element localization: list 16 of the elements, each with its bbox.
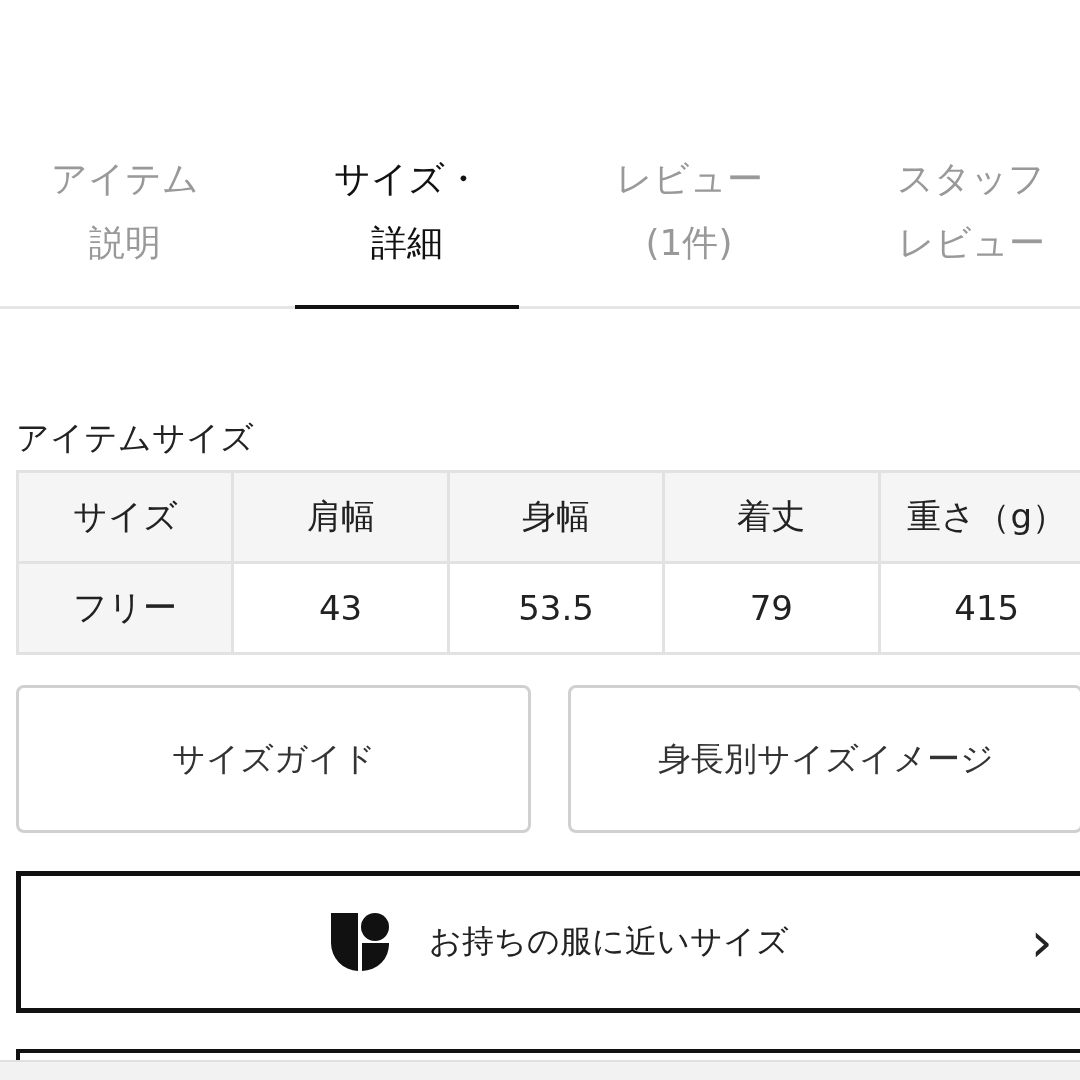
size-button[interactable]: サイズガイド [16,685,531,833]
column-header: サイズ [17,471,233,563]
column-header: 重さ（g） [879,471,1080,563]
table-cell: フリー [17,562,233,654]
logo-icon [331,913,389,971]
column-header: 着丈 [663,471,880,563]
column-header: 肩幅 [232,471,449,563]
tab[interactable]: サイズ・ 詳細 [266,140,548,306]
section-title: アイテムサイズ [16,417,255,459]
table-cell: 415 [879,562,1080,654]
table-cell: 53.5 [448,562,664,654]
similar-size-button[interactable]: お持ちの服に近いサイズ › [16,871,1080,1013]
size-button[interactable]: 身長別サイズイメージ [568,685,1080,833]
table-cell: 79 [663,562,880,654]
table-cell: 43 [232,562,449,654]
column-header: 身幅 [448,471,664,563]
